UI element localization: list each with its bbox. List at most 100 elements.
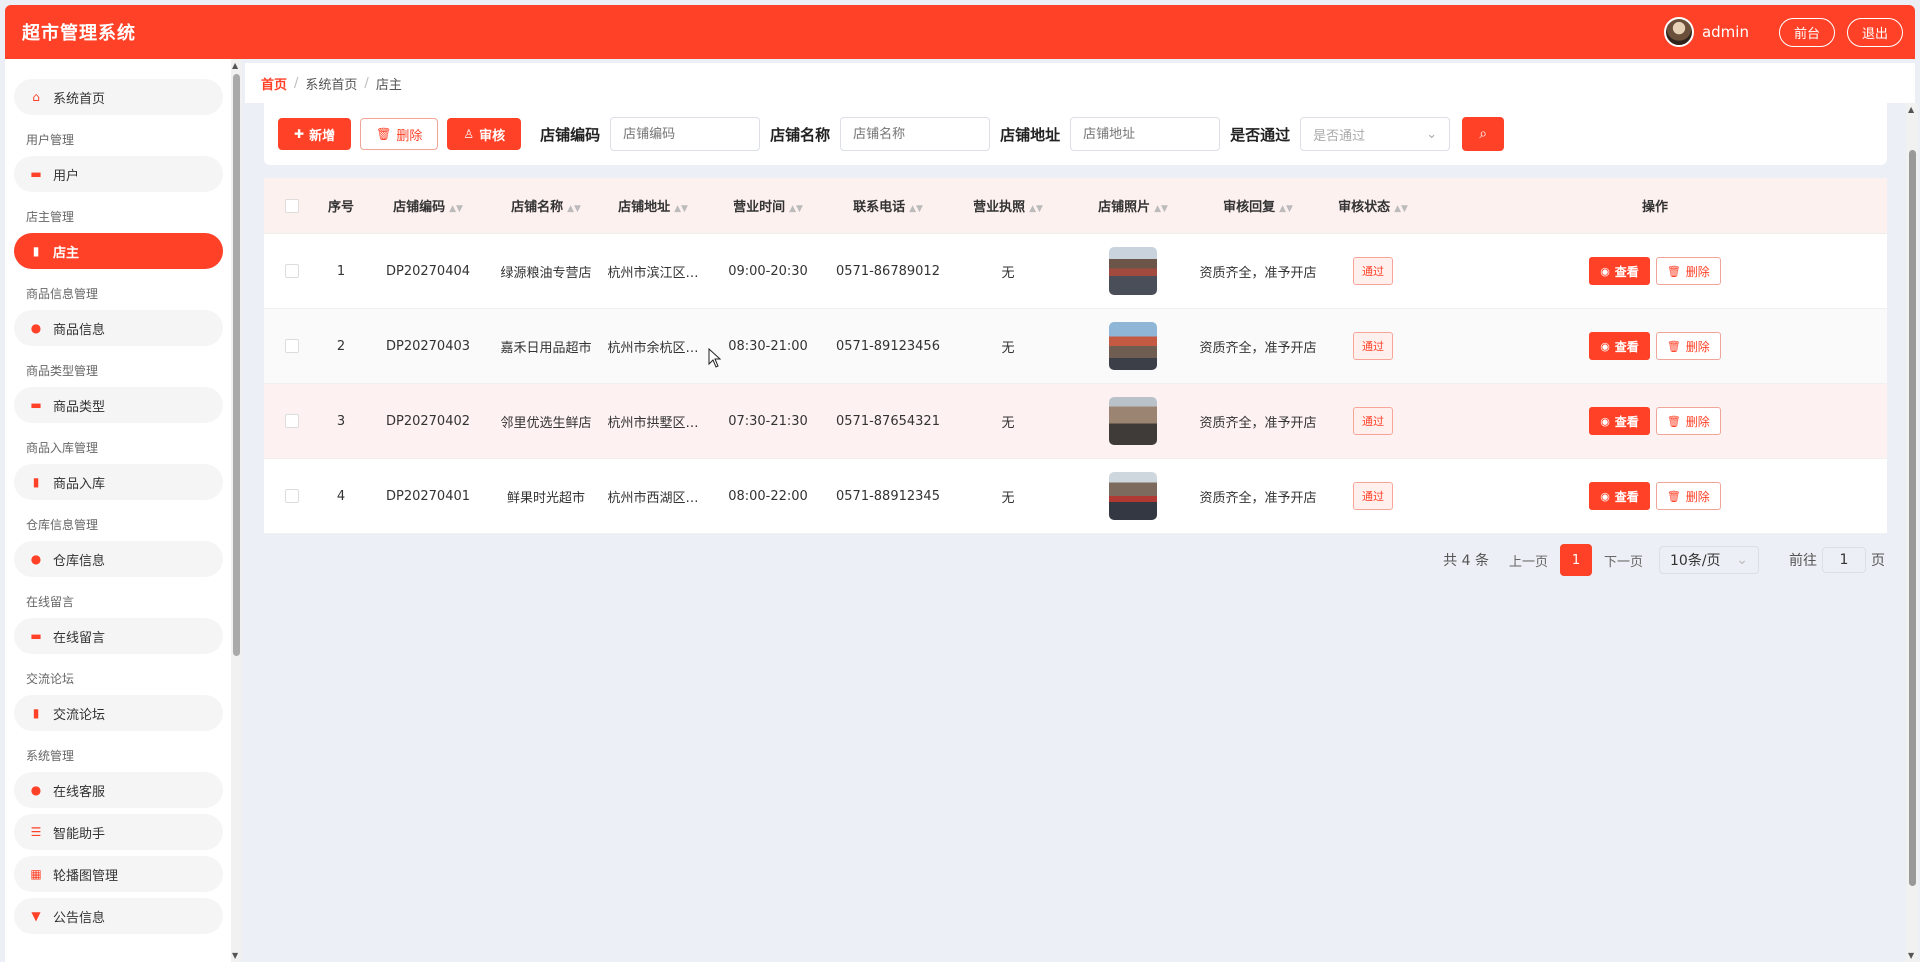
- search-button[interactable]: ⌕: [1462, 117, 1505, 151]
- scroll-down-arrow-icon[interactable]: ▼: [232, 951, 238, 960]
- front-button[interactable]: 前台: [1778, 17, 1835, 47]
- shop-code-input[interactable]: [610, 117, 761, 151]
- sidebar-item[interactable]: ▮ 交流论坛: [14, 695, 223, 731]
- eye-icon: ◉: [1600, 339, 1610, 353]
- sidebar-item-label: 商品信息: [53, 322, 106, 338]
- sidebar-item-label: 店主: [53, 245, 80, 261]
- shop-name-label: 店铺名称: [770, 125, 831, 144]
- sidebar-item-label: 在线留言: [53, 630, 106, 646]
- audit-button[interactable]: ♙ 审核: [447, 118, 522, 150]
- logout-button[interactable]: 退出: [1846, 17, 1903, 47]
- shop-photo-thumbnail[interactable]: [1109, 322, 1157, 370]
- table-row[interactable]: 2 DP20270403 嘉禾日用品超市 杭州市余杭区… 08:30-21:00 0571…: [264, 309, 1887, 384]
- search-icon: ⌕: [1479, 126, 1488, 142]
- main-scrollbar[interactable]: ▲ ▼: [1906, 103, 1918, 962]
- sort-icon: ▲▼: [1029, 204, 1043, 214]
- main-scroll-thumb[interactable]: [1909, 150, 1916, 886]
- mouse-cursor-icon: [708, 348, 722, 368]
- sidebar-item[interactable]: ● 商品信息: [14, 310, 223, 346]
- sidebar-scrollbar[interactable]: ▲ ▼: [231, 59, 242, 962]
- shop-photo-thumbnail[interactable]: [1109, 397, 1157, 445]
- sidebar-item[interactable]: ▬ 在线留言: [14, 618, 223, 654]
- shop-name-input[interactable]: [840, 117, 991, 151]
- cell-name: 绿源粮油专营店: [500, 265, 592, 281]
- scroll-up-arrow-icon[interactable]: ▲: [232, 61, 238, 70]
- sidebar-item[interactable]: ☰ 智能助手: [14, 814, 223, 850]
- row-delete-button[interactable]: 🗑 删除: [1655, 482, 1721, 510]
- location-pin-icon: ●: [30, 552, 42, 566]
- sidebar-group-label: 交流论坛: [26, 672, 75, 686]
- shop-address-input[interactable]: [1070, 117, 1221, 151]
- status-badge: 通过: [1353, 407, 1393, 435]
- col-header-photo[interactable]: 店铺照片 ▲▼: [1068, 196, 1198, 215]
- select-all-checkbox[interactable]: [285, 198, 299, 213]
- sidebar-scroll-thumb[interactable]: [233, 74, 240, 656]
- shop-code-label: 店铺编码: [540, 125, 601, 144]
- sidebar-item[interactable]: ▦ 轮播图管理: [14, 856, 223, 892]
- col-header-hours[interactable]: 营业时间 ▲▼: [708, 196, 828, 215]
- row-delete-button[interactable]: 🗑 删除: [1655, 257, 1721, 285]
- cell-license: 无: [1001, 340, 1015, 356]
- view-button[interactable]: ◉ 查看: [1589, 257, 1650, 285]
- bar-chart-icon: ▮: [32, 475, 40, 489]
- col-header-name[interactable]: 店铺名称 ▲▼: [494, 196, 598, 215]
- prev-page-button[interactable]: 上一页: [1509, 551, 1548, 570]
- sidebar-item[interactable]: ⌂ 系统首页: [14, 79, 223, 115]
- delete-button[interactable]: 🗑 删除: [360, 118, 439, 150]
- sort-icon: ▲▼: [449, 204, 463, 214]
- sidebar-group-label: 商品类型管理: [26, 364, 99, 378]
- trash-icon: 🗑: [1666, 414, 1681, 428]
- row-checkbox[interactable]: [285, 339, 299, 353]
- user-avatar[interactable]: [1663, 17, 1694, 47]
- sidebar-item[interactable]: ● 仓库信息: [14, 541, 223, 577]
- sidebar-item[interactable]: ▮ 商品入库: [14, 464, 223, 500]
- briefcase-icon: ▬: [30, 629, 42, 643]
- page-1-button[interactable]: 1: [1559, 544, 1592, 576]
- pass-select[interactable]: 是否通过 ⌄: [1300, 117, 1451, 151]
- sidebar-item[interactable]: ▮ 店主: [14, 233, 223, 269]
- col-header-reply[interactable]: 审核回复 ▲▼: [1198, 196, 1318, 215]
- sidebar-group-label: 商品入库管理: [26, 441, 99, 455]
- table-row[interactable]: 3 DP20270402 邻里优选生鲜店 杭州市拱墅区… 07:30-21:30 0571…: [264, 384, 1887, 459]
- scroll-down-arrow-icon[interactable]: ▼: [1908, 951, 1914, 960]
- row-checkbox[interactable]: [285, 414, 299, 428]
- briefcase-icon: ▬: [30, 398, 42, 412]
- plus-icon: ✚: [294, 127, 305, 141]
- next-page-button[interactable]: 下一页: [1604, 551, 1643, 570]
- row-checkbox[interactable]: [285, 489, 299, 503]
- row-delete-button[interactable]: 🗑 删除: [1655, 332, 1721, 360]
- grid-icon: ▦: [30, 867, 42, 881]
- shop-photo-thumbnail[interactable]: [1109, 472, 1157, 520]
- cell-code: DP20270401: [385, 488, 471, 504]
- sliders-icon: ☰: [30, 825, 42, 839]
- page-size-select[interactable]: 10条/页 ⌄: [1659, 546, 1759, 574]
- bar-chart-icon: ▮: [32, 244, 40, 258]
- view-button[interactable]: ◉ 查看: [1589, 332, 1650, 360]
- cell-reply: 资质齐全，准予开店: [1199, 490, 1317, 506]
- sidebar-item[interactable]: ▬ 用户: [14, 156, 223, 192]
- scroll-up-arrow-icon[interactable]: ▲: [1908, 105, 1914, 114]
- sidebar-item[interactable]: ● 在线客服: [14, 772, 223, 808]
- col-header-code[interactable]: 店铺编码 ▲▼: [362, 196, 494, 215]
- breadcrumb-level1[interactable]: 系统首页: [305, 74, 357, 93]
- sidebar-item-label: 系统首页: [53, 91, 106, 107]
- goto-page-input[interactable]: 1: [1822, 547, 1866, 573]
- cell-code: DP20270404: [385, 263, 471, 279]
- col-header-address[interactable]: 店铺地址 ▲▼: [598, 196, 708, 215]
- row-delete-button[interactable]: 🗑 删除: [1655, 407, 1721, 435]
- view-button[interactable]: ◉ 查看: [1589, 407, 1650, 435]
- table-body: 1 DP20270404 绿源粮油专营店 杭州市滨江区… 09:00-20:30 0571…: [264, 234, 1887, 534]
- table-row[interactable]: 1 DP20270404 绿源粮油专营店 杭州市滨江区… 09:00-20:30 0571…: [264, 234, 1887, 309]
- shop-photo-thumbnail[interactable]: [1109, 247, 1157, 295]
- table-row[interactable]: 4 DP20270401 鲜果时光超市 杭州市西湖区… 08:00-22:00 0571-…: [264, 459, 1887, 534]
- col-header-license[interactable]: 营业执照 ▲▼: [948, 196, 1068, 215]
- breadcrumb-home[interactable]: 首页: [261, 74, 287, 93]
- view-button[interactable]: ◉ 查看: [1589, 482, 1650, 510]
- trash-icon: 🗑: [376, 127, 392, 141]
- sidebar-item[interactable]: ▼ 公告信息: [14, 898, 223, 934]
- add-button[interactable]: ✚ 新增: [278, 118, 352, 150]
- col-header-status[interactable]: 审核状态 ▲▼: [1318, 196, 1428, 215]
- sidebar-item[interactable]: ▬ 商品类型: [14, 387, 223, 423]
- col-header-phone[interactable]: 联系电话 ▲▼: [828, 196, 948, 215]
- row-checkbox[interactable]: [285, 264, 299, 278]
